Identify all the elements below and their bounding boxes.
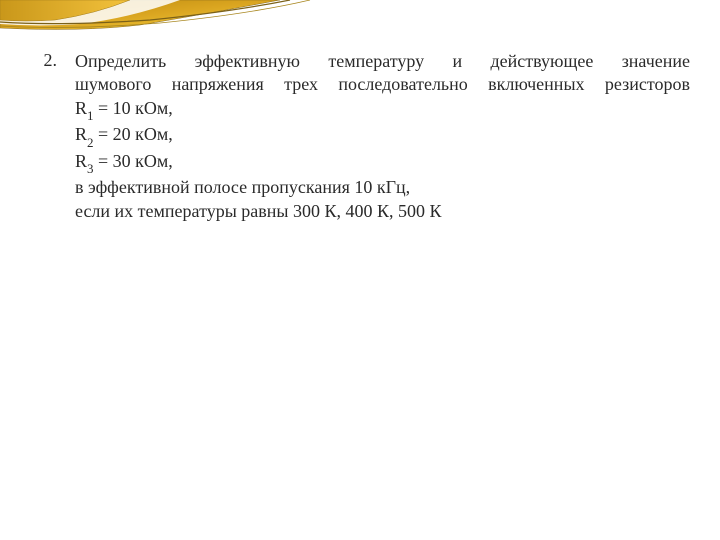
problem-r1: R1 = 10 кОм, <box>75 97 690 123</box>
problem-line-2: шумового напряжения трех последовательно… <box>75 73 690 96</box>
r1-symbol: R <box>75 98 87 118</box>
r3-subscript: 3 <box>87 161 94 176</box>
r2-subscript: 2 <box>87 135 94 150</box>
problem-r3: R3 = 30 кОм, <box>75 150 690 176</box>
problem-text: Определить эффективную температуру и дей… <box>75 50 690 223</box>
problem-line-1: Определить эффективную температуру и дей… <box>75 50 690 73</box>
r3-symbol: R <box>75 151 87 171</box>
r2-value: = 20 кОм, <box>94 124 173 144</box>
problem-temperatures: если их температуры равны 300 К, 400 К, … <box>75 200 690 223</box>
r1-subscript: 1 <box>87 108 94 123</box>
r3-value: = 30 кОм, <box>94 151 173 171</box>
slide-content: 2. Определить эффективную температуру и … <box>30 50 690 223</box>
problem-bandwidth: в эффективной полосе пропускания 10 кГц, <box>75 176 690 199</box>
problem-number: 2. <box>30 50 75 71</box>
r1-value: = 10 кОм, <box>94 98 173 118</box>
r2-symbol: R <box>75 124 87 144</box>
problem-r2: R2 = 20 кОм, <box>75 123 690 149</box>
problem-item: 2. Определить эффективную температуру и … <box>30 50 690 223</box>
